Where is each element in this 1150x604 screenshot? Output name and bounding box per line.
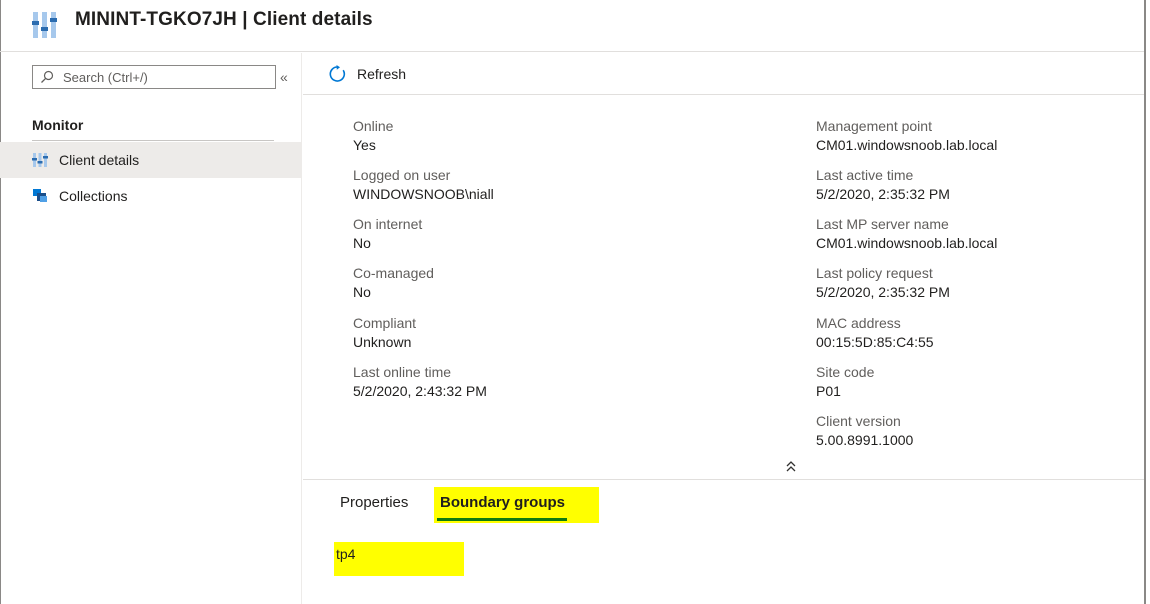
sidebar-item-label: Client details <box>59 152 140 168</box>
prop-mac-address: MAC address 00:15:5D:85:C4:55 <box>816 314 934 352</box>
sidebar-item-client-details[interactable]: Client details <box>0 142 302 178</box>
prop-value: 5/2/2020, 2:35:32 PM <box>816 186 950 202</box>
prop-value: 5.00.8991.1000 <box>816 432 914 448</box>
sidebar-item-collections[interactable]: Collections <box>0 178 302 214</box>
prop-label: On internet <box>353 216 423 232</box>
prop-site-code: Site code P01 <box>816 363 874 401</box>
section-divider <box>303 479 1144 480</box>
prop-label: Co-managed <box>353 265 434 281</box>
prop-label: Site code <box>816 364 875 380</box>
prop-last-online-time: Last online time 5/2/2020, 2:43:32 PM <box>353 363 487 401</box>
prop-label: Logged on user <box>353 167 451 183</box>
prop-label: Compliant <box>353 315 417 331</box>
prop-co-managed: Co-managed No <box>353 264 434 302</box>
search-icon <box>41 70 54 83</box>
chevron-double-up-icon <box>786 461 796 472</box>
command-bar: Refresh <box>303 53 1144 95</box>
search-input[interactable] <box>63 68 268 86</box>
refresh-icon <box>329 65 346 82</box>
prop-last-mp-server-name: Last MP server name CM01.windowsnoob.lab… <box>816 215 997 253</box>
client-details-icon <box>32 12 57 38</box>
nav-section-monitor: Monitor <box>32 117 84 133</box>
sidebar: « Monitor Client details Collections <box>0 53 302 604</box>
refresh-label: Refresh <box>357 66 407 82</box>
prop-value: 5/2/2020, 2:43:32 PM <box>353 383 487 399</box>
prop-label: Last policy request <box>816 265 933 281</box>
tab-boundary-groups[interactable]: Boundary groups <box>440 494 565 511</box>
prop-value: No <box>353 235 371 251</box>
collapse-details-button[interactable] <box>786 460 796 475</box>
collapse-sidebar-button[interactable]: « <box>280 69 288 85</box>
active-tab-indicator <box>437 518 567 521</box>
prop-value: WINDOWSNOOB\niall <box>353 186 494 202</box>
prop-value: CM01.windowsnoob.lab.local <box>816 137 998 153</box>
prop-value: Unknown <box>353 334 412 350</box>
prop-label: Online <box>353 118 394 134</box>
search-box[interactable] <box>32 65 276 89</box>
prop-label: Management point <box>816 118 932 134</box>
prop-last-active-time: Last active time 5/2/2020, 2:35:32 PM <box>816 166 950 204</box>
prop-on-internet: On internet No <box>353 215 422 253</box>
prop-compliant: Compliant Unknown <box>353 314 416 352</box>
prop-client-version: Client version 5.00.8991.1000 <box>816 412 913 450</box>
prop-logged-on-user: Logged on user WINDOWSNOOB\niall <box>353 166 494 204</box>
prop-label: Client version <box>816 413 901 429</box>
page-title: MININT-TGKO7JH | Client details <box>75 9 373 30</box>
prop-last-policy-request: Last policy request 5/2/2020, 2:35:32 PM <box>816 264 950 302</box>
window-edge <box>1144 0 1146 604</box>
prop-label: Last MP server name <box>816 216 949 232</box>
tab-properties[interactable]: Properties <box>340 494 408 511</box>
page-header: MININT-TGKO7JH | Client details <box>0 0 1144 52</box>
prop-value: No <box>353 284 371 300</box>
prop-value: P01 <box>816 383 841 399</box>
nav-divider <box>32 140 274 141</box>
sidebar-item-label: Collections <box>59 188 128 204</box>
collections-icon <box>33 189 47 202</box>
prop-management-point: Management point CM01.windowsnoob.lab.lo… <box>816 117 997 155</box>
prop-value: CM01.windowsnoob.lab.local <box>816 235 998 251</box>
client-details-icon <box>32 153 48 167</box>
prop-value: Yes <box>353 137 376 153</box>
prop-value: 00:15:5D:85:C4:55 <box>816 334 934 350</box>
prop-label: MAC address <box>816 315 901 331</box>
prop-value: 5/2/2020, 2:35:32 PM <box>816 284 950 300</box>
prop-online: Online Yes <box>353 117 393 155</box>
boundary-group-item: tp4 <box>336 546 356 562</box>
prop-label: Last active time <box>816 167 914 183</box>
prop-label: Last online time <box>353 364 452 380</box>
